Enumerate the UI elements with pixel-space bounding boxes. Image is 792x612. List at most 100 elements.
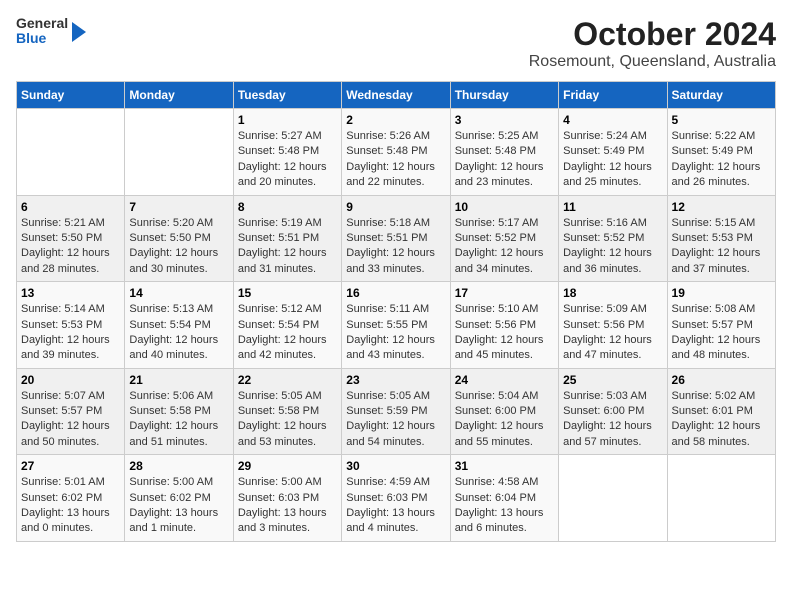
weekday-header: Saturday xyxy=(667,82,775,109)
day-number: 24 xyxy=(455,373,554,387)
day-info: Sunrise: 5:24 AM Sunset: 5:49 PM Dayligh… xyxy=(563,129,662,191)
calendar-cell: 6 Sunrise: 5:21 AM Sunset: 5:50 PM Daylig… xyxy=(17,195,125,282)
day-info: Sunrise: 5:10 AM Sunset: 5:56 PM Dayligh… xyxy=(455,302,554,364)
day-number: 3 xyxy=(455,113,554,127)
day-number: 29 xyxy=(238,459,337,473)
day-info: Sunrise: 5:21 AM Sunset: 5:50 PM Dayligh… xyxy=(21,216,120,278)
calendar-cell: 31 Sunrise: 4:58 AM Sunset: 6:04 PM Dayli… xyxy=(450,455,558,542)
day-number: 6 xyxy=(21,200,120,214)
weekday-header: Thursday xyxy=(450,82,558,109)
calendar-cell: 13 Sunrise: 5:14 AM Sunset: 5:53 PM Dayli… xyxy=(17,282,125,369)
weekday-header: Friday xyxy=(559,82,667,109)
day-number: 9 xyxy=(346,200,445,214)
day-info: Sunrise: 5:08 AM Sunset: 5:57 PM Dayligh… xyxy=(672,302,771,364)
calendar-cell: 20Sunrise: 5:07 AM Sunset: 5:57 PM Dayli… xyxy=(17,368,125,455)
calendar-cell: 12 Sunrise: 5:15 AM Sunset: 5:53 PM Dayli… xyxy=(667,195,775,282)
calendar-cell: 28 Sunrise: 5:00 AM Sunset: 6:02 PM Dayli… xyxy=(125,455,233,542)
calendar-cell: 4 Sunrise: 5:24 AM Sunset: 5:49 PM Daylig… xyxy=(559,109,667,196)
day-info: Sunrise: 5:02 AM Sunset: 6:01 PM Dayligh… xyxy=(672,389,771,451)
day-number: 31 xyxy=(455,459,554,473)
calendar-cell: 25 Sunrise: 5:03 AM Sunset: 6:00 PM Dayli… xyxy=(559,368,667,455)
calendar-table: SundayMondayTuesdayWednesdayThursdayFrid… xyxy=(16,81,776,542)
day-number: 10 xyxy=(455,200,554,214)
day-info: Sunrise: 5:25 AM Sunset: 5:48 PM Dayligh… xyxy=(455,129,554,191)
calendar-cell: 10 Sunrise: 5:17 AM Sunset: 5:52 PM Dayli… xyxy=(450,195,558,282)
calendar-cell: 16 Sunrise: 5:11 AM Sunset: 5:55 PM Dayli… xyxy=(342,282,450,369)
day-info: Sunrise: 5:27 AM Sunset: 5:48 PM Dayligh… xyxy=(238,129,337,191)
day-info: Sunrise: 5:00 AM Sunset: 6:02 PM Dayligh… xyxy=(129,475,228,537)
calendar-cell: 11Sunrise: 5:16 AM Sunset: 5:52 PM Dayli… xyxy=(559,195,667,282)
calendar-cell: 9 Sunrise: 5:18 AM Sunset: 5:51 PM Daylig… xyxy=(342,195,450,282)
calendar-cell: 30 Sunrise: 4:59 AM Sunset: 6:03 PM Dayli… xyxy=(342,455,450,542)
logo-text: General Blue xyxy=(16,16,68,47)
title-block: October 2024 Rosemount, Queensland, Aust… xyxy=(529,16,776,71)
day-number: 18 xyxy=(563,286,662,300)
day-info: Sunrise: 5:05 AM Sunset: 5:58 PM Dayligh… xyxy=(238,389,337,451)
calendar-cell xyxy=(17,109,125,196)
day-number: 20 xyxy=(21,373,120,387)
calendar-cell: 2 Sunrise: 5:26 AM Sunset: 5:48 PM Daylig… xyxy=(342,109,450,196)
logo-arrow-icon xyxy=(72,22,86,42)
day-number: 27 xyxy=(21,459,120,473)
calendar-week-row: 13 Sunrise: 5:14 AM Sunset: 5:53 PM Dayli… xyxy=(17,282,776,369)
day-number: 4 xyxy=(563,113,662,127)
calendar-cell: 19 Sunrise: 5:08 AM Sunset: 5:57 PM Dayli… xyxy=(667,282,775,369)
day-number: 19 xyxy=(672,286,771,300)
day-info: Sunrise: 5:09 AM Sunset: 5:56 PM Dayligh… xyxy=(563,302,662,364)
page-title: October 2024 xyxy=(529,16,776,53)
day-number: 16 xyxy=(346,286,445,300)
day-info: Sunrise: 5:12 AM Sunset: 5:54 PM Dayligh… xyxy=(238,302,337,364)
day-number: 17 xyxy=(455,286,554,300)
weekday-header: Wednesday xyxy=(342,82,450,109)
calendar-cell: 5Sunrise: 5:22 AM Sunset: 5:49 PM Daylig… xyxy=(667,109,775,196)
calendar-cell: 1Sunrise: 5:27 AM Sunset: 5:48 PM Daylig… xyxy=(233,109,341,196)
logo-general: General xyxy=(16,16,68,31)
day-info: Sunrise: 5:15 AM Sunset: 5:53 PM Dayligh… xyxy=(672,216,771,278)
day-number: 2 xyxy=(346,113,445,127)
day-info: Sunrise: 5:16 AM Sunset: 5:52 PM Dayligh… xyxy=(563,216,662,278)
calendar-cell: 24Sunrise: 5:04 AM Sunset: 6:00 PM Dayli… xyxy=(450,368,558,455)
page-header: General Blue October 2024 Rosemount, Que… xyxy=(16,16,776,71)
day-info: Sunrise: 5:17 AM Sunset: 5:52 PM Dayligh… xyxy=(455,216,554,278)
day-number: 12 xyxy=(672,200,771,214)
calendar-cell: 23Sunrise: 5:05 AM Sunset: 5:59 PM Dayli… xyxy=(342,368,450,455)
calendar-week-row: 20Sunrise: 5:07 AM Sunset: 5:57 PM Dayli… xyxy=(17,368,776,455)
page-subtitle: Rosemount, Queensland, Australia xyxy=(529,53,776,71)
calendar-cell xyxy=(559,455,667,542)
calendar-cell: 21Sunrise: 5:06 AM Sunset: 5:58 PM Dayli… xyxy=(125,368,233,455)
calendar-cell: 27Sunrise: 5:01 AM Sunset: 6:02 PM Dayli… xyxy=(17,455,125,542)
calendar-week-row: 6 Sunrise: 5:21 AM Sunset: 5:50 PM Daylig… xyxy=(17,195,776,282)
day-info: Sunrise: 5:03 AM Sunset: 6:00 PM Dayligh… xyxy=(563,389,662,451)
day-number: 28 xyxy=(129,459,228,473)
day-number: 14 xyxy=(129,286,228,300)
calendar-cell: 14 Sunrise: 5:13 AM Sunset: 5:54 PM Dayli… xyxy=(125,282,233,369)
day-info: Sunrise: 5:22 AM Sunset: 5:49 PM Dayligh… xyxy=(672,129,771,191)
day-number: 30 xyxy=(346,459,445,473)
calendar-cell: 29 Sunrise: 5:00 AM Sunset: 6:03 PM Dayli… xyxy=(233,455,341,542)
calendar-cell: 26Sunrise: 5:02 AM Sunset: 6:01 PM Dayli… xyxy=(667,368,775,455)
day-info: Sunrise: 4:58 AM Sunset: 6:04 PM Dayligh… xyxy=(455,475,554,537)
day-info: Sunrise: 5:20 AM Sunset: 5:50 PM Dayligh… xyxy=(129,216,228,278)
day-info: Sunrise: 5:14 AM Sunset: 5:53 PM Dayligh… xyxy=(21,302,120,364)
calendar-cell xyxy=(125,109,233,196)
day-info: Sunrise: 4:59 AM Sunset: 6:03 PM Dayligh… xyxy=(346,475,445,537)
day-info: Sunrise: 5:00 AM Sunset: 6:03 PM Dayligh… xyxy=(238,475,337,537)
day-number: 25 xyxy=(563,373,662,387)
calendar-cell: 17 Sunrise: 5:10 AM Sunset: 5:56 PM Dayli… xyxy=(450,282,558,369)
calendar-week-row: 1Sunrise: 5:27 AM Sunset: 5:48 PM Daylig… xyxy=(17,109,776,196)
day-number: 13 xyxy=(21,286,120,300)
logo-blue: Blue xyxy=(16,31,68,46)
weekday-header: Sunday xyxy=(17,82,125,109)
calendar-cell: 22Sunrise: 5:05 AM Sunset: 5:58 PM Dayli… xyxy=(233,368,341,455)
day-info: Sunrise: 5:06 AM Sunset: 5:58 PM Dayligh… xyxy=(129,389,228,451)
calendar-cell: 7 Sunrise: 5:20 AM Sunset: 5:50 PM Daylig… xyxy=(125,195,233,282)
day-info: Sunrise: 5:18 AM Sunset: 5:51 PM Dayligh… xyxy=(346,216,445,278)
day-number: 7 xyxy=(129,200,228,214)
calendar-cell: 15Sunrise: 5:12 AM Sunset: 5:54 PM Dayli… xyxy=(233,282,341,369)
day-info: Sunrise: 5:13 AM Sunset: 5:54 PM Dayligh… xyxy=(129,302,228,364)
day-info: Sunrise: 5:11 AM Sunset: 5:55 PM Dayligh… xyxy=(346,302,445,364)
calendar-cell: 3 Sunrise: 5:25 AM Sunset: 5:48 PM Daylig… xyxy=(450,109,558,196)
weekday-header: Tuesday xyxy=(233,82,341,109)
day-info: Sunrise: 5:26 AM Sunset: 5:48 PM Dayligh… xyxy=(346,129,445,191)
day-info: Sunrise: 5:05 AM Sunset: 5:59 PM Dayligh… xyxy=(346,389,445,451)
